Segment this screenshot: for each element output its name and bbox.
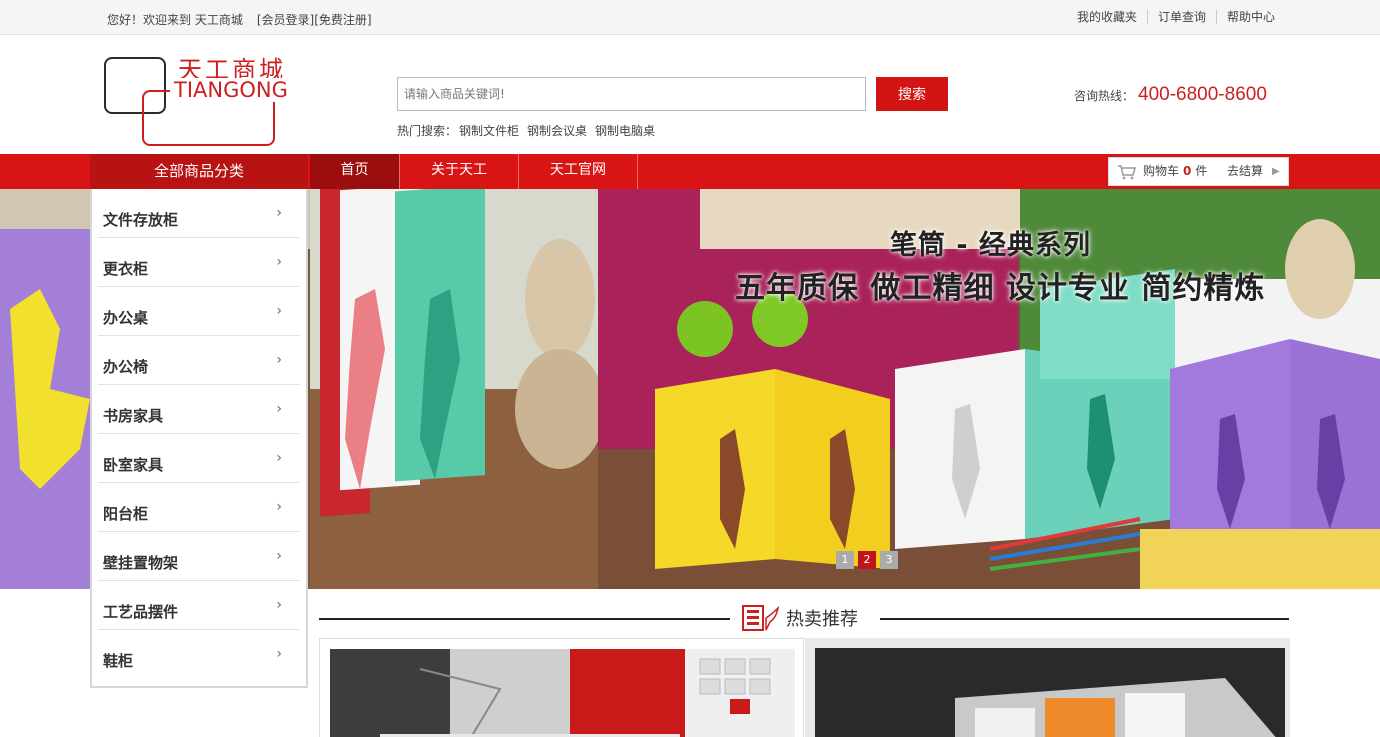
category-item[interactable]: 鞋柜 › (98, 630, 300, 679)
top-bar: 您好！欢迎来到 天工商城 [会员登录][免费注册] 我的收藏夹 订单查询 帮助中心 (0, 0, 1380, 35)
cart-box[interactable]: 购物车 0 件 去结算 ▶ (1108, 157, 1289, 186)
login-link[interactable]: [会员登录] (257, 13, 314, 27)
hotline-number: 400-6800-8600 (1138, 84, 1267, 105)
order-query-link[interactable]: 订单查询 (1146, 10, 1216, 24)
category-label: 办公椅 (103, 358, 149, 376)
search-input[interactable] (397, 77, 866, 111)
cart-unit: 件 (1195, 164, 1208, 178)
hot-recommend-icon (742, 605, 780, 631)
category-item[interactable]: 文件存放柜 › (98, 189, 300, 238)
category-item[interactable]: 阳台柜 › (98, 483, 300, 532)
chevron-right-icon: › (276, 499, 282, 515)
hot-search-item[interactable]: 钢制电脑桌 (595, 124, 655, 138)
hotline-label: 咨询热线： (1074, 89, 1135, 103)
chevron-right-icon: › (276, 352, 282, 368)
section-divider-left (319, 618, 730, 620)
category-item[interactable]: 壁挂置物架 › (98, 532, 300, 581)
category-label: 工艺品摆件 (103, 603, 179, 621)
hot-search-label: 热门搜索： (397, 124, 458, 138)
chevron-right-icon: ▶ (1272, 166, 1280, 177)
banner-dot-1[interactable]: 1 (836, 551, 854, 569)
banner-dot-2[interactable]: 2 (858, 551, 876, 569)
banner-dot-3[interactable]: 3 (880, 551, 898, 569)
product-card[interactable] (805, 638, 1290, 737)
hotline: 咨询热线： 400-6800-8600 (1074, 84, 1267, 106)
welcome-area: 您好！欢迎来到 天工商城 [会员登录][免费注册] (107, 11, 386, 28)
category-label: 办公桌 (103, 309, 149, 327)
chevron-right-icon: › (276, 401, 282, 417)
product-card[interactable] (319, 638, 804, 737)
category-menu: 文件存放柜 › 更衣柜 › 办公桌 › 办公椅 › 书房家具 › 卧室家具 › 阳台柜 › 壁… (90, 189, 308, 688)
chevron-right-icon: › (276, 254, 282, 270)
category-item[interactable]: 书房家具 › (98, 385, 300, 434)
cart-label: 购物车 (1143, 164, 1180, 178)
banner-subtitle: 五年质保 做工精细 设计专业 简约精炼 (735, 271, 1266, 306)
chevron-right-icon: › (276, 597, 282, 613)
search-area: 搜索 (397, 77, 948, 111)
chevron-right-icon: › (276, 450, 282, 466)
cart-count: 0 (1183, 164, 1192, 178)
product-image (815, 648, 1285, 737)
category-label: 书房家具 (103, 407, 164, 425)
chevron-right-icon: › (276, 646, 282, 662)
banner-title: 笔筒 - 经典系列 (890, 230, 1092, 261)
category-label: 文件存放柜 (103, 211, 179, 229)
chevron-right-icon: › (276, 303, 282, 319)
all-categories-button[interactable]: 全部商品分类 (90, 154, 308, 189)
nav-official-site[interactable]: 天工官网 (519, 154, 638, 189)
category-label: 阳台柜 (103, 505, 149, 523)
site-logo[interactable]: 天工商城 TIANGONG (104, 50, 304, 150)
hot-section-header: 热卖推荐 (742, 604, 858, 632)
register-link[interactable]: [免费注册] (314, 13, 371, 27)
checkout-link[interactable]: 去结算 (1227, 158, 1263, 185)
category-item[interactable]: 办公椅 › (98, 336, 300, 385)
greeting-text: 您好！欢迎来到 天工商城 (107, 13, 243, 27)
chevron-right-icon: › (276, 548, 282, 564)
logo-english-text: TIANGONG (170, 78, 292, 102)
category-label: 更衣柜 (103, 260, 149, 278)
cart-icon (1118, 165, 1136, 180)
search-button[interactable]: 搜索 (876, 77, 948, 111)
cart-label-group: 购物车 0 件 (1143, 158, 1207, 185)
category-label: 壁挂置物架 (103, 554, 179, 572)
favorites-link[interactable]: 我的收藏夹 (1067, 10, 1147, 24)
banner-pagination: 1 2 3 (836, 551, 898, 569)
category-item[interactable]: 卧室家具 › (98, 434, 300, 483)
product-image (330, 649, 795, 737)
hot-search-item[interactable]: 钢制会议桌 (527, 124, 587, 138)
category-label: 鞋柜 (103, 652, 134, 670)
section-divider-right (880, 618, 1289, 620)
category-label: 卧室家具 (103, 456, 164, 474)
category-item[interactable]: 工艺品摆件 › (98, 581, 300, 630)
chevron-right-icon: › (276, 205, 282, 221)
hot-section-title: 热卖推荐 (786, 609, 858, 630)
top-links: 我的收藏夹 订单查询 帮助中心 (1067, 10, 1285, 24)
hot-search-item[interactable]: 钢制文件柜 (459, 124, 519, 138)
help-center-link[interactable]: 帮助中心 (1215, 10, 1285, 24)
nav-about[interactable]: 关于天工 (400, 154, 519, 189)
hot-search: 热门搜索： 钢制文件柜 钢制会议桌 钢制电脑桌 (397, 122, 663, 139)
nav-home[interactable]: 首页 (310, 154, 400, 189)
category-item[interactable]: 更衣柜 › (98, 238, 300, 287)
category-item[interactable]: 办公桌 › (98, 287, 300, 336)
